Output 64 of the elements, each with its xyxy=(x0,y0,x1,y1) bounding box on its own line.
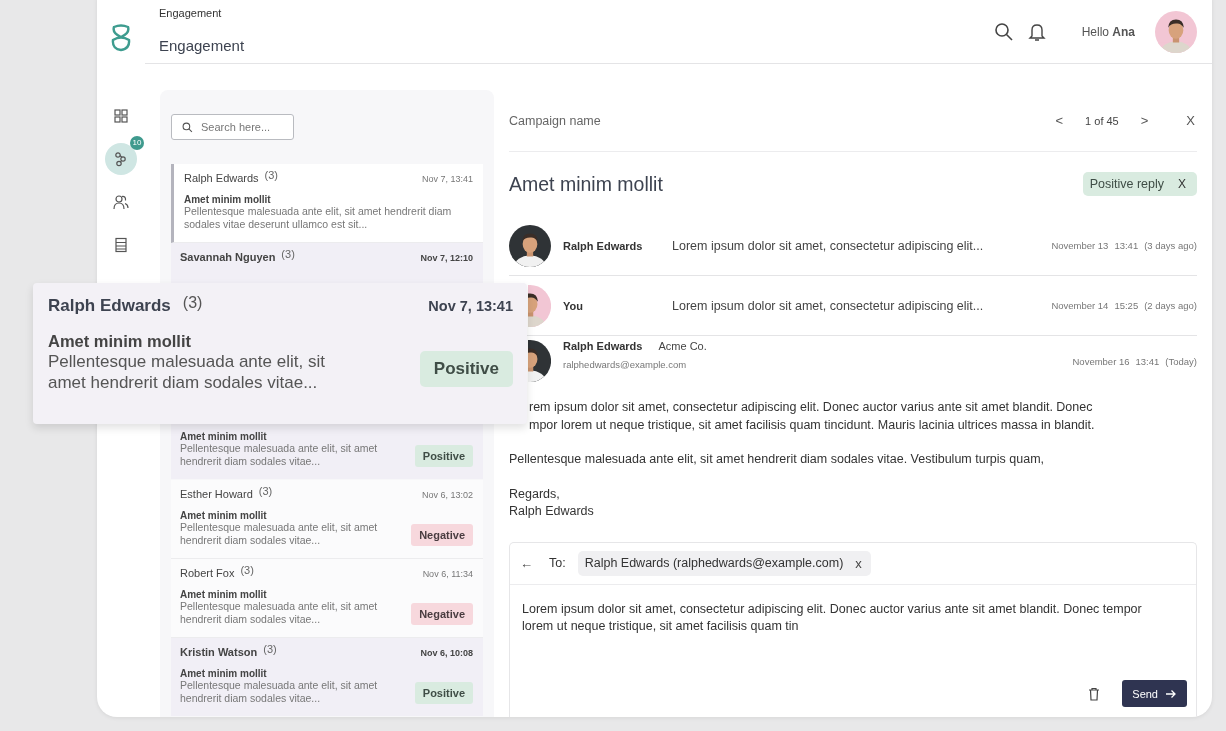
sender-name: Esther Howard xyxy=(180,488,253,500)
message-preview: Pellentesque malesuada ante elit, sit amet hendrerit diam sodales vitae... xyxy=(180,679,379,704)
sentiment-tag: Positive reply X xyxy=(1082,172,1197,196)
message-time: 15:25 xyxy=(1114,300,1139,311)
sender-name: You xyxy=(563,299,584,312)
timestamp: Nov 7, 12:10 xyxy=(420,253,473,263)
sender-name: Robert Fox xyxy=(180,567,235,579)
message-date: November 16 xyxy=(1072,356,1130,367)
message-time: 13:41 xyxy=(1114,240,1139,251)
sender-name: Kristin Watson xyxy=(180,646,258,658)
timestamp: Nov 6, 13:02 xyxy=(421,490,473,500)
timestamp: Nov 6, 10:08 xyxy=(420,648,473,658)
message-date: November 14 xyxy=(1051,300,1109,311)
message-preview: Pellentesque malesuada ante elit, sit amet hendrerit diam sodales vitae... xyxy=(48,351,326,393)
message-count: (3) xyxy=(263,643,277,655)
subject: Amet minim mollit xyxy=(184,194,272,205)
message-count: (3) xyxy=(182,294,203,312)
body-text: mpor lorem ut neque tristique, sit amet facilisis quam tincidunt. Mauris lacinia ultrices massa in blandit. xyxy=(528,416,1096,434)
sentiment-tag: Positive xyxy=(419,351,513,387)
sentiment-tag: Positive xyxy=(414,682,473,704)
message-date: November 13 xyxy=(1051,240,1109,251)
subject: Amet minim mollit xyxy=(180,668,268,679)
message-count: (3) xyxy=(264,169,279,181)
pager-position: 1 of 45 xyxy=(1085,114,1119,127)
relative-time: (3 days ago) xyxy=(1144,240,1197,251)
message-preview: Pellentesque malesuada ante elit, sit amet hendrerit diam sodales vitae... xyxy=(180,521,379,546)
sentiment-tag: Positive xyxy=(414,445,473,467)
body-text: rem ipsum dolor sit amet, consectetur adipiscing elit. Donec auctor varius ante sit amet blandit. Donec xyxy=(528,399,1094,416)
email-address: ralphedwards@example.com xyxy=(563,359,688,370)
timestamp: Nov 6, 11:34 xyxy=(422,569,473,579)
timestamp: Nov 7, 13:41 xyxy=(421,174,473,184)
message-count: (3) xyxy=(258,485,273,497)
body-text: Regards, xyxy=(509,485,561,503)
subject: Amet minim mollit xyxy=(180,510,268,521)
thread-title: Amet minim mollit xyxy=(509,172,664,196)
message-preview: Lorem ipsum dolor sit amet, consectetur adipiscing elit... xyxy=(672,238,985,253)
subject: Amet minim mollit xyxy=(48,332,192,351)
to-label: To: xyxy=(549,556,566,570)
greeting: Hello Ana xyxy=(1081,24,1135,39)
sentiment-tag: Negative xyxy=(411,524,473,546)
sender-name: Savannah Nguyen xyxy=(180,251,276,263)
relative-time: (Today) xyxy=(1165,356,1197,367)
sender-name: Ralph Edwards xyxy=(184,172,259,184)
message-count: (3) xyxy=(240,564,254,576)
page-title: Engagement xyxy=(159,37,246,54)
message-count: (3) xyxy=(281,248,295,260)
campaign-name: Campaign name xyxy=(509,113,602,128)
subject: Amet minim mollit xyxy=(180,431,268,442)
sender-name: Ralph Edwards xyxy=(563,340,643,352)
body-text: Ralph Edwards xyxy=(509,503,595,520)
sender-name: Ralph Edwards xyxy=(563,239,644,252)
message-time: 13:41 xyxy=(1135,356,1160,367)
count-badge: 10 xyxy=(130,136,144,150)
message-preview: Lorem ipsum dolor sit amet, consectetur adipiscing elit... xyxy=(672,298,985,313)
relative-time: (2 days ago) xyxy=(1144,300,1197,311)
message-preview: Pellentesque malesuada ante elit, sit amet hendrerit diam sodales vitae... xyxy=(180,600,379,625)
subject: Amet minim mollit xyxy=(180,589,268,600)
sentiment-tag: Negative xyxy=(411,603,473,625)
company-name: Acme Co. xyxy=(658,340,707,352)
message-preview: Pellentesque malesuada ante elit, sit amet hendrerit diam sodales vitae deserunt ullamco est sit... xyxy=(184,205,453,230)
body-text: Pellentesque malesuada ante elit, sit amet hendrerit diam sodales vitae. Vestibulum turpis quam, xyxy=(509,451,1046,468)
sender-name: Ralph Edwards xyxy=(48,296,171,316)
message-preview: Pellentesque malesuada ante elit, sit amet hendrerit diam sodales vitae... xyxy=(180,442,379,467)
recipient-chip: Ralph Edwards (ralphedwards@example.com) x xyxy=(577,550,871,576)
